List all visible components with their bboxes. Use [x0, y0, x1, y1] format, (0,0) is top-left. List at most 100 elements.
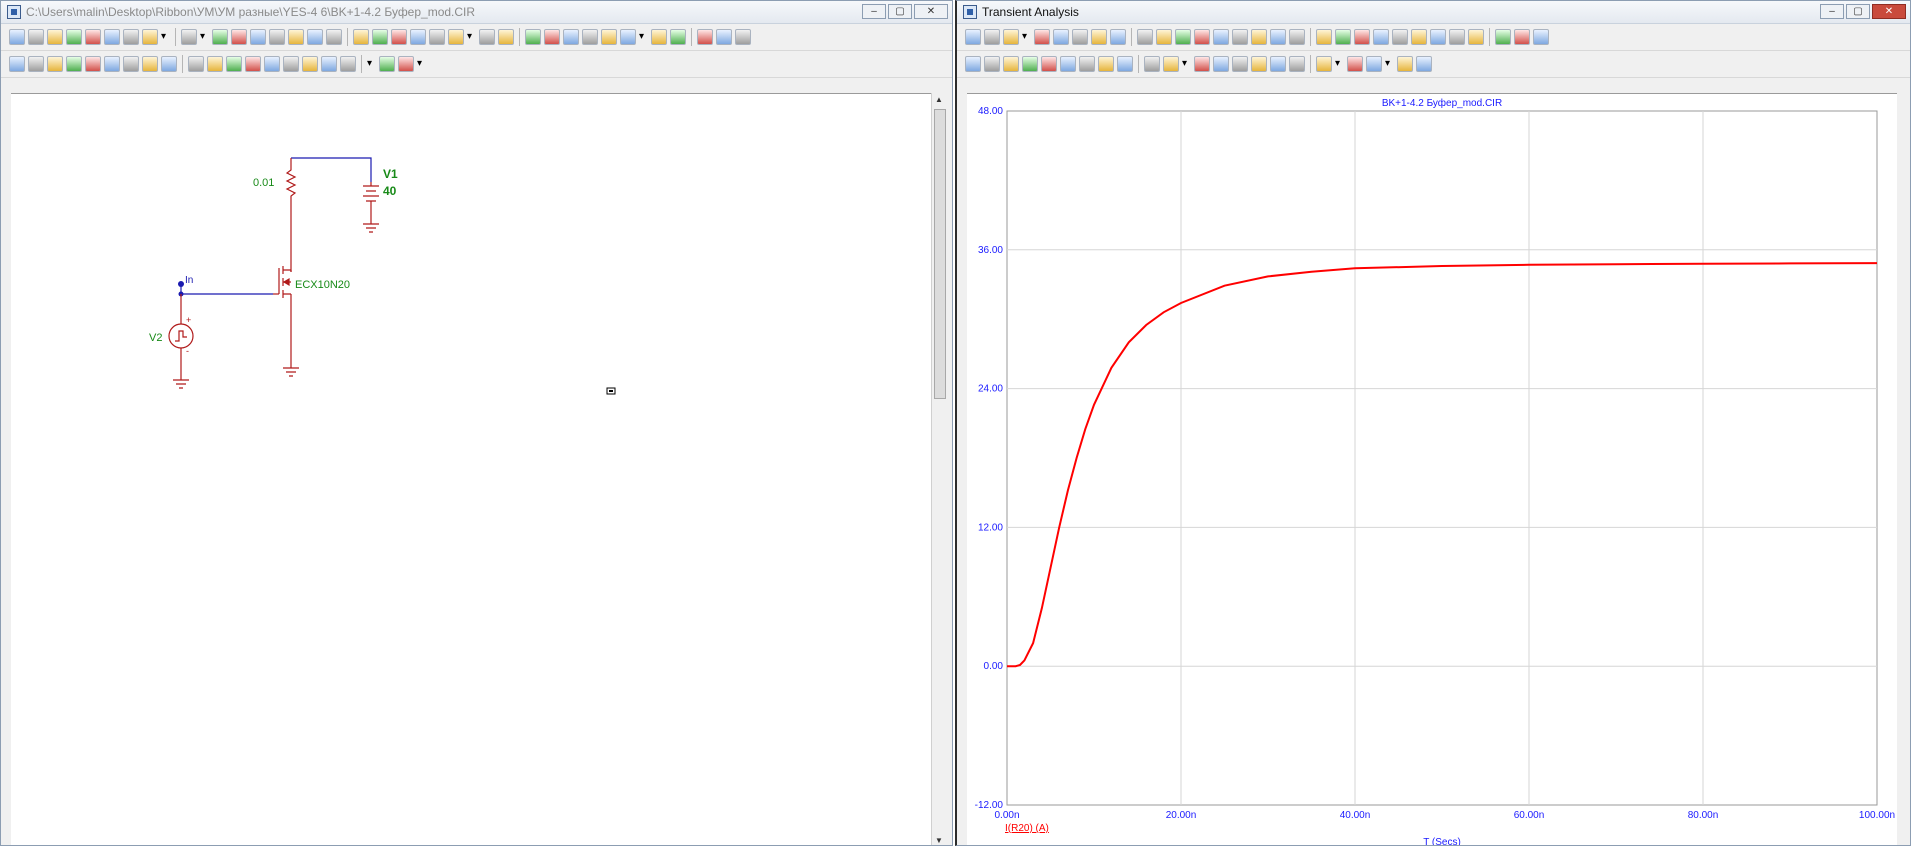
scale-icon[interactable]	[1034, 29, 1050, 45]
cursor-lock-icon[interactable]	[1251, 56, 1267, 72]
supply-wire[interactable]	[291, 157, 372, 182]
ground-icon[interactable]	[544, 29, 560, 45]
page3-icon[interactable]	[1373, 29, 1389, 45]
rotate-icon[interactable]	[47, 56, 63, 72]
warning-icon[interactable]	[582, 29, 598, 45]
zoom-reset-icon[interactable]	[1514, 29, 1530, 45]
cancel-icon[interactable]	[188, 56, 204, 72]
zoom-out-icon[interactable]	[1289, 56, 1305, 72]
list-icon[interactable]	[1194, 56, 1210, 72]
settings-icon[interactable]	[1003, 29, 1019, 45]
list-icon[interactable]	[353, 29, 369, 45]
slope-icon[interactable]	[1060, 56, 1076, 72]
vertical-scrollbar[interactable]: ▲ ▼	[931, 93, 948, 845]
dropdown-icon[interactable]: ▾	[467, 29, 476, 45]
more-icon[interactable]	[207, 56, 223, 72]
high-icon[interactable]	[1003, 56, 1019, 72]
bottom-icon[interactable]	[1144, 56, 1160, 72]
minimize-button[interactable]: –	[1820, 4, 1844, 19]
pen-icon[interactable]	[104, 29, 120, 45]
grid-menu-icon[interactable]	[340, 56, 356, 72]
zoom-icon[interactable]	[1053, 29, 1069, 45]
dropdown-icon[interactable]: ▾	[161, 29, 170, 45]
font-icon[interactable]	[1347, 56, 1363, 72]
wire-icon[interactable]	[47, 29, 63, 45]
cursor2-icon[interactable]	[1091, 29, 1107, 45]
global-low-icon[interactable]	[1098, 56, 1114, 72]
formula-icon[interactable]	[1137, 29, 1153, 45]
font-size-icon[interactable]	[1366, 56, 1382, 72]
page2-icon[interactable]	[1354, 29, 1370, 45]
flip-icon[interactable]	[85, 56, 101, 72]
schematic-window[interactable]: C:\Users\malin\Desktop\Ribbon\УМ\УМ разн…	[0, 0, 953, 846]
scroll-thumb[interactable]	[934, 109, 946, 399]
zoom-fit-icon[interactable]	[1495, 29, 1511, 45]
resistor-r20[interactable]	[285, 158, 297, 212]
select-icon[interactable]	[965, 29, 981, 45]
move-icon[interactable]	[601, 29, 617, 45]
page2-icon[interactable]	[697, 29, 713, 45]
grid-icon[interactable]	[326, 29, 342, 45]
checkbox-icon[interactable]	[307, 29, 323, 45]
gear-icon[interactable]	[479, 29, 495, 45]
transient-analysis-window[interactable]: Transient Analysis – ▢ ✕ ▾ ▾ ▾ ▾ 0.00n 20.0…	[955, 0, 1911, 846]
component-icon[interactable]	[142, 29, 158, 45]
cursor3-icon[interactable]	[1110, 29, 1126, 45]
paste-icon[interactable]	[245, 56, 261, 72]
cursor-icon[interactable]	[1072, 29, 1088, 45]
inflection-icon[interactable]	[1041, 56, 1057, 72]
dropdown-icon[interactable]: ▾	[200, 29, 209, 45]
zoom-in-icon[interactable]	[1270, 56, 1286, 72]
select-icon[interactable]	[9, 29, 25, 45]
tile-icon[interactable]	[1289, 29, 1305, 45]
marker-icon[interactable]	[1270, 29, 1286, 45]
dropdown-icon[interactable]: ▾	[1022, 29, 1031, 45]
dropdown-icon[interactable]: ▾	[367, 56, 376, 72]
page-icon[interactable]	[1335, 29, 1351, 45]
page-icon[interactable]	[670, 29, 686, 45]
box-icon[interactable]	[28, 56, 44, 72]
font-icon[interactable]	[379, 56, 395, 72]
dropdown-icon[interactable]: ▾	[417, 56, 426, 72]
tabulate-icon[interactable]	[1213, 56, 1229, 72]
paste-icon[interactable]	[1416, 56, 1432, 72]
tree-icon[interactable]	[181, 29, 197, 45]
pan-icon[interactable]	[984, 29, 1000, 45]
minimize-button[interactable]: –	[862, 4, 886, 19]
schematic-titlebar[interactable]: C:\Users\malin\Desktop\Ribbon\УМ\УМ разн…	[1, 1, 952, 24]
step-icon[interactable]	[1251, 29, 1267, 45]
help-icon[interactable]	[269, 29, 285, 45]
maximize-button[interactable]: ▢	[1846, 4, 1870, 19]
node-names-icon[interactable]	[410, 29, 426, 45]
export-icon[interactable]	[1175, 29, 1191, 45]
grid-icon[interactable]	[1430, 29, 1446, 45]
zoom-in-icon[interactable]	[1449, 29, 1465, 45]
export-icon[interactable]	[372, 29, 388, 45]
bus-icon[interactable]	[123, 29, 139, 45]
clipboard-icon[interactable]	[1163, 56, 1179, 72]
zoom-in-icon[interactable]	[264, 56, 280, 72]
peak-icon[interactable]	[965, 56, 981, 72]
pause-icon[interactable]	[1232, 29, 1248, 45]
schematic-canvas[interactable]: 0.01 V1 40 ECX10N20 In + - V2	[11, 93, 931, 845]
analysis-titlebar[interactable]: Transient Analysis – ▢ ✕	[957, 1, 1910, 24]
valley-icon[interactable]	[984, 56, 1000, 72]
pin-icon[interactable]	[498, 29, 514, 45]
print-icon[interactable]	[321, 56, 337, 72]
mosfet-ecx10n20[interactable]	[273, 266, 292, 322]
find-icon[interactable]	[104, 56, 120, 72]
close-button[interactable]: ✕	[1872, 4, 1906, 19]
edit-icon[interactable]	[142, 56, 158, 72]
legend-series-name[interactable]: I(R20) (A)	[1005, 823, 1049, 834]
dropdown-icon[interactable]: ▾	[1182, 56, 1191, 72]
text-icon[interactable]	[1156, 29, 1172, 45]
dropdown-icon[interactable]: ▾	[639, 29, 648, 45]
book-icon[interactable]	[651, 29, 667, 45]
grid-menu-icon[interactable]	[1316, 56, 1332, 72]
zoom-out-icon[interactable]	[1468, 29, 1484, 45]
battery-v1[interactable]	[363, 182, 379, 233]
branch-icon[interactable]	[448, 29, 464, 45]
wave-icon[interactable]	[429, 29, 445, 45]
probe-icon[interactable]	[231, 29, 247, 45]
top-icon[interactable]	[1117, 56, 1133, 72]
